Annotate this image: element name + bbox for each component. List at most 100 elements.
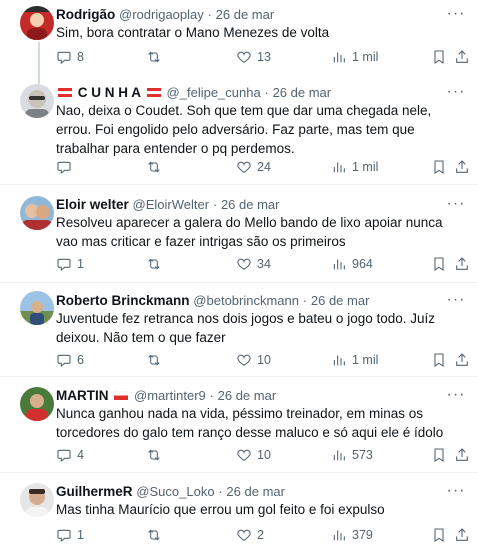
tweet[interactable]: MARTIN @martinter9 · 26 de mar ··· Nunca… (0, 377, 478, 477)
display-name[interactable]: Rodrigão (56, 7, 115, 22)
heart-icon (237, 258, 251, 270)
reply-button[interactable]: 1 (56, 526, 84, 544)
display-name[interactable]: C U N H A (78, 85, 141, 100)
share-button[interactable] (454, 351, 470, 369)
reply-button[interactable]: 1 (56, 255, 84, 273)
retweet-button[interactable] (146, 48, 167, 66)
retweet-icon (148, 258, 160, 270)
tweet-actions: 24 1 mil (56, 158, 468, 176)
views-button[interactable]: 964 (331, 255, 373, 273)
reply-count: 1 (77, 257, 84, 271)
bookmark-button[interactable] (431, 526, 447, 544)
timestamp[interactable]: 26 de mar (221, 197, 280, 212)
retweet-button[interactable] (146, 526, 167, 544)
retweet-icon (148, 529, 160, 541)
avatar[interactable] (20, 196, 54, 230)
display-name[interactable]: Eloir welter (56, 197, 129, 212)
tweet[interactable]: Roberto Brinckmann @betobrinckmann · 26 … (0, 283, 478, 379)
like-button[interactable]: 13 (236, 48, 271, 66)
retweet-button[interactable] (146, 255, 167, 273)
tweet-header: Eloir welter @EloirWelter · 26 de mar (56, 196, 438, 214)
retweet-button[interactable] (146, 351, 167, 369)
like-button[interactable]: 24 (236, 158, 271, 176)
timestamp[interactable]: 26 de mar (226, 484, 285, 499)
reply-icon (57, 529, 71, 543)
separator-dot: · (218, 484, 223, 499)
separator-dot: · (212, 197, 218, 212)
like-count: 10 (257, 448, 271, 462)
avatar[interactable] (20, 387, 54, 421)
bookmark-icon (434, 50, 444, 64)
avatar[interactable] (20, 483, 54, 517)
tweet[interactable]: C U N H A @_felipe_cunha · 26 de mar ···… (0, 74, 478, 186)
tweet-text: Sim, bora contratar o Mano Menezes de vo… (56, 25, 330, 40)
heart-icon (237, 161, 251, 173)
views-button[interactable]: 1 mil (331, 351, 378, 369)
like-button[interactable]: 10 (236, 446, 271, 464)
bookmark-button[interactable] (431, 255, 447, 273)
tweet-text: Mas tinha Maurício que errou um gol feit… (56, 502, 385, 517)
share-button[interactable] (454, 446, 470, 464)
tweet-header: GuilhermeR @Suco_Loko · 26 de mar (56, 483, 438, 501)
share-button[interactable] (454, 526, 470, 544)
like-button[interactable]: 34 (236, 255, 271, 273)
reply-button[interactable]: 6 (56, 351, 84, 369)
like-button[interactable]: 2 (236, 526, 264, 544)
separator-dot: · (207, 7, 212, 22)
reply-icon (57, 449, 71, 463)
display-name[interactable]: GuilhermeR (56, 484, 133, 499)
heart-icon (237, 529, 251, 541)
share-button[interactable] (454, 48, 470, 66)
like-count: 34 (257, 257, 271, 271)
views-button[interactable]: 1 mil (331, 158, 378, 176)
retweet-button[interactable] (146, 158, 167, 176)
tweet[interactable]: Rodrigão @rodrigaoplay · 26 de mar ··· S… (0, 0, 478, 74)
separator-dot: · (264, 85, 269, 100)
views-count: 379 (352, 528, 373, 542)
tweet[interactable]: GuilhermeR @Suco_Loko · 26 de mar ··· Ma… (0, 473, 478, 560)
timestamp[interactable]: 26 de mar (311, 293, 370, 308)
avatar[interactable] (20, 291, 54, 325)
avatar[interactable] (20, 6, 54, 40)
flag-icon (58, 87, 72, 97)
reply-button[interactable]: 4 (56, 446, 84, 464)
user-handle[interactable]: @betobrinckmann (193, 293, 299, 308)
separator-dot: · (209, 388, 214, 403)
like-count: 10 (257, 353, 271, 367)
avatar[interactable] (20, 84, 54, 118)
reply-button[interactable] (56, 158, 77, 176)
views-icon (333, 52, 345, 63)
reply-button[interactable]: 8 (56, 48, 84, 66)
user-handle[interactable]: @_felipe_cunha (167, 85, 261, 100)
tweet[interactable]: Eloir welter @EloirWelter · 26 de mar ··… (0, 186, 478, 282)
share-button[interactable] (454, 158, 470, 176)
like-count: 2 (257, 528, 264, 542)
share-icon (456, 160, 468, 173)
heart-icon (237, 51, 251, 63)
timestamp[interactable]: 26 de mar (216, 7, 275, 22)
reply-count: 4 (77, 448, 84, 462)
bookmark-button[interactable] (431, 48, 447, 66)
display-name[interactable]: MARTIN (56, 388, 109, 403)
timestamp[interactable]: 26 de mar (273, 85, 332, 100)
share-button[interactable] (454, 255, 470, 273)
user-handle[interactable]: @EloirWelter (133, 197, 210, 212)
display-name[interactable]: Roberto Brinckmann (56, 293, 190, 308)
timestamp[interactable]: 26 de mar (218, 388, 277, 403)
bookmark-button[interactable] (431, 158, 447, 176)
user-handle[interactable]: @martinter9 (134, 388, 206, 403)
retweet-button[interactable] (146, 446, 167, 464)
retweet-icon (148, 449, 160, 461)
retweet-icon (148, 161, 160, 173)
views-button[interactable]: 1 mil (331, 48, 378, 66)
tweet-header: Roberto Brinckmann @betobrinckmann · 26 … (56, 292, 438, 310)
user-handle[interactable]: @Suco_Loko (136, 484, 214, 499)
tweet-header: C U N H A @_felipe_cunha · 26 de mar (56, 84, 438, 102)
bookmark-button[interactable] (431, 446, 447, 464)
views-button[interactable]: 573 (331, 446, 373, 464)
user-handle[interactable]: @rodrigaoplay (119, 7, 204, 22)
bookmark-icon (434, 528, 444, 542)
like-button[interactable]: 10 (236, 351, 271, 369)
bookmark-button[interactable] (431, 351, 447, 369)
views-button[interactable]: 379 (331, 526, 373, 544)
